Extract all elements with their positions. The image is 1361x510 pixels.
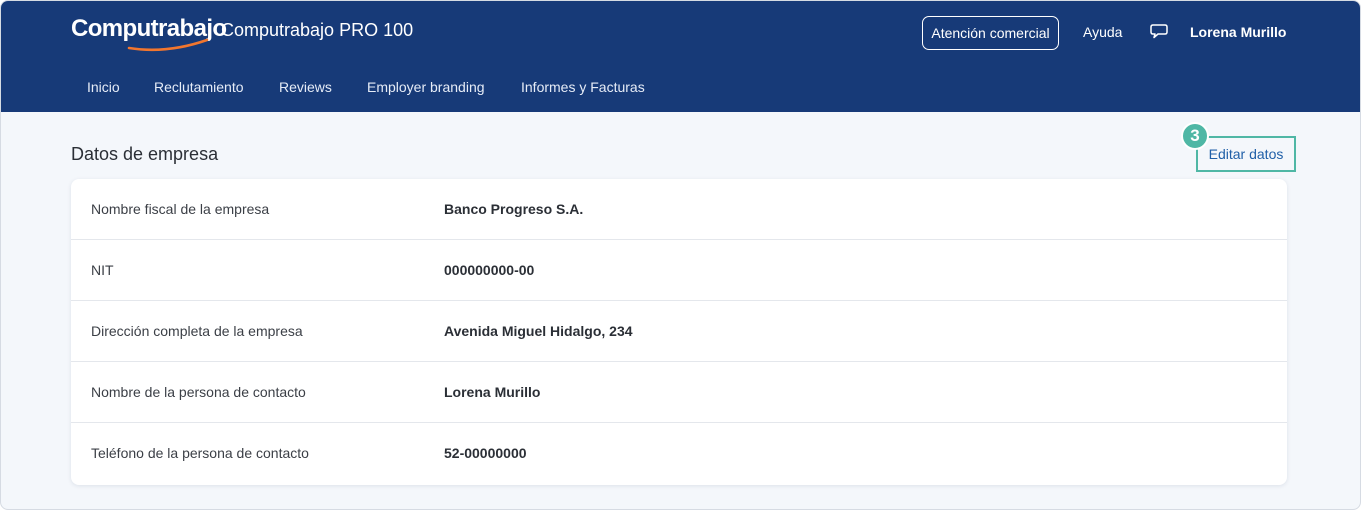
chat-bubble-icon[interactable] <box>1150 22 1170 40</box>
field-value: Lorena Murillo <box>444 384 541 400</box>
top-header: Computrabajo Computrabajo PRO 100 Atenci… <box>1 1 1360 112</box>
help-link[interactable]: Ayuda <box>1083 24 1122 40</box>
edit-data-highlight: Editar datos <box>1196 136 1296 172</box>
app-window: Computrabajo Computrabajo PRO 100 Atenci… <box>0 0 1361 510</box>
nav-item-inicio[interactable]: Inicio <box>87 79 120 95</box>
field-value: 000000000-00 <box>444 262 535 278</box>
nav-item-employer-branding[interactable]: Employer branding <box>367 79 485 95</box>
commercial-attention-button[interactable]: Atención comercial <box>922 16 1059 50</box>
data-row-fiscal-name: Nombre fiscal de la empresa Banco Progre… <box>71 179 1287 240</box>
field-label: NIT <box>91 262 114 278</box>
section-title: Datos de empresa <box>71 144 219 164</box>
field-label: Nombre de la persona de contacto <box>91 384 306 400</box>
user-name[interactable]: Lorena Murillo <box>1190 24 1286 40</box>
field-label: Dirección completa de la empresa <box>91 323 303 339</box>
field-label: Nombre fiscal de la empresa <box>91 201 270 217</box>
company-data-card: Nombre fiscal de la empresa Banco Progre… <box>71 179 1287 485</box>
step-badge: 3 <box>1181 122 1209 150</box>
field-value: Avenida Miguel Hidalgo, 234 <box>444 323 633 339</box>
edit-data-link[interactable]: Editar datos <box>1209 146 1284 162</box>
data-row-address: Dirección completa de la empresa Avenida… <box>71 301 1287 362</box>
nav-item-informes-facturas[interactable]: Informes y Facturas <box>521 79 645 95</box>
nav-item-reviews[interactable]: Reviews <box>279 79 332 95</box>
logo-swoosh-icon <box>127 38 209 52</box>
product-name: Computrabajo PRO 100 <box>221 20 414 40</box>
field-value: 52-00000000 <box>444 445 527 461</box>
nav-item-reclutamiento[interactable]: Reclutamiento <box>154 79 244 95</box>
data-row-nit: NIT 000000000-00 <box>71 240 1287 301</box>
data-row-contact-phone: Teléfono de la persona de contacto 52-00… <box>71 423 1287 484</box>
field-value: Banco Progreso S.A. <box>444 201 584 217</box>
data-row-contact-name: Nombre de la persona de contacto Lorena … <box>71 362 1287 423</box>
main-nav: Inicio Reclutamiento Reviews Employer br… <box>1 79 1360 99</box>
field-label: Teléfono de la persona de contacto <box>91 445 309 461</box>
